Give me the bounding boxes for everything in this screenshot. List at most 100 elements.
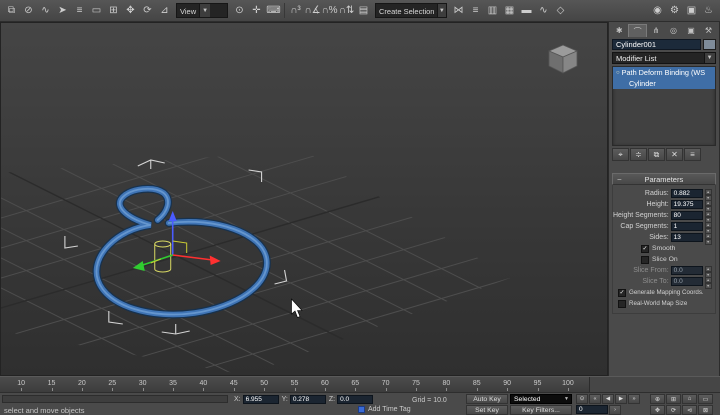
key-target-dropdown[interactable]: Selected ▼ (510, 394, 572, 404)
unlink-selection-icon[interactable]: ⊘ (20, 2, 37, 20)
select-and-move-icon[interactable]: ✥ (122, 2, 139, 20)
named-selection-set-dropdown[interactable]: Create Selection Se ▼ (375, 3, 447, 18)
go-to-end-button[interactable]: » (628, 394, 640, 404)
frame-tick[interactable]: 45 (219, 377, 249, 392)
frame-tick[interactable]: 55 (279, 377, 309, 392)
rectangular-selection-region-icon[interactable]: ▭ (88, 2, 105, 20)
configure-modifier-sets-button[interactable]: ≡ (684, 148, 701, 161)
frame-tick[interactable]: 85 (462, 377, 492, 392)
use-pivot-point-icon[interactable]: ⊙ (231, 2, 248, 20)
checkbox[interactable] (641, 245, 649, 253)
parameter-input[interactable]: 0.882 (671, 189, 703, 198)
zoom-region-icon[interactable]: ▭ (698, 394, 713, 404)
window-crossing-icon[interactable]: ⊞ (105, 2, 122, 20)
modifier-list-dropdown[interactable]: Modifier List ▼ (612, 52, 716, 64)
layer-manager-icon[interactable]: ▦ (501, 2, 518, 20)
zoom-icon[interactable]: ⊕ (650, 394, 665, 404)
coordinate-input[interactable]: 0.0 (337, 395, 373, 404)
auto-key-button[interactable]: Auto Key (466, 394, 508, 404)
next-frame-button[interactable]: › (609, 405, 621, 415)
display-tab[interactable]: ▣ (683, 24, 699, 37)
select-and-scale-icon[interactable]: ⊿ (156, 2, 173, 20)
viewport-canvas[interactable] (1, 23, 607, 375)
orbit-icon[interactable]: ⟳ (666, 405, 681, 415)
create-tab[interactable]: ✱ (611, 24, 627, 37)
viewcube[interactable] (543, 39, 583, 79)
percent-snap-icon[interactable]: ∩% (321, 2, 338, 20)
coordinate-input[interactable]: 0.278 (290, 395, 326, 404)
spinner-control[interactable]: ▴▾ (705, 222, 712, 231)
spinner-snap-icon[interactable]: ∩⇅ (338, 2, 355, 20)
coordinate-input[interactable]: 6.955 (243, 395, 279, 404)
key-mode-toggle-icon[interactable]: ⊙ (576, 394, 588, 404)
object-color-swatch[interactable] (703, 39, 716, 50)
spinner-control[interactable]: ▴▾ (705, 211, 712, 220)
schematic-view-icon[interactable]: ◇ (552, 2, 569, 20)
pin-stack-button[interactable]: ⌖ (612, 148, 629, 161)
frame-tick[interactable]: 60 (310, 377, 340, 392)
bind-to-space-warp-icon[interactable]: ∿ (37, 2, 54, 20)
select-and-manipulate-icon[interactable]: ✛ (248, 2, 265, 20)
parameter-input[interactable]: 19.375 (671, 200, 703, 209)
frame-tick[interactable]: 50 (249, 377, 279, 392)
frame-tick[interactable]: 10 (6, 377, 36, 392)
snaps-toggle-icon[interactable]: ∩³ (287, 2, 304, 20)
scene-explorer-icon[interactable]: ▥ (484, 2, 501, 20)
spinner-control[interactable]: ▴▾ (705, 233, 712, 242)
render-production-icon[interactable]: ♨ (700, 2, 717, 20)
frame-tick[interactable]: 15 (36, 377, 66, 392)
frame-tick[interactable]: 80 (431, 377, 461, 392)
select-object-icon[interactable]: ➤ (54, 2, 71, 20)
modifier-stack-item[interactable]: ○ Path Deform Binding (WS (613, 67, 715, 78)
spinner-down-icon[interactable]: ▾ (705, 283, 712, 289)
mirror-icon[interactable]: ⋈ (450, 2, 467, 20)
ribbon-toggle-icon[interactable]: ▬ (518, 2, 535, 20)
spinner-control[interactable]: ▴▾ (705, 200, 712, 209)
zoom-all-icon[interactable]: ⊞ (666, 394, 681, 404)
edit-named-selection-sets-icon[interactable]: ▤ (355, 2, 372, 20)
checkbox[interactable] (618, 300, 626, 308)
hierarchy-tab[interactable]: ⋔ (648, 24, 664, 37)
current-frame-field[interactable]: 0 (576, 405, 608, 414)
pan-icon[interactable]: ✥ (650, 405, 665, 415)
frame-ruler[interactable]: 101520253035404550556065707580859095100 (0, 377, 590, 392)
utilities-tab[interactable]: ⚒ (700, 24, 716, 37)
checkbox[interactable] (618, 289, 626, 297)
material-editor-icon[interactable]: ◉ (649, 2, 666, 20)
parameter-input[interactable]: 0.0 (671, 266, 703, 275)
frame-tick[interactable]: 75 (401, 377, 431, 392)
frame-tick[interactable]: 20 (67, 377, 97, 392)
field-of-view-icon[interactable]: ⊲ (682, 405, 697, 415)
make-unique-button[interactable]: ⧉ (648, 148, 665, 161)
show-end-result-button[interactable]: ≑ (630, 148, 647, 161)
spinner-control[interactable]: ▴▾ (705, 189, 712, 198)
spinner-down-icon[interactable]: ▾ (705, 239, 712, 245)
frame-tick[interactable]: 35 (158, 377, 188, 392)
add-time-tag[interactable]: Add Time Tag (358, 406, 411, 413)
frame-tick[interactable]: 40 (188, 377, 218, 392)
frame-tick[interactable]: 95 (522, 377, 552, 392)
previous-frame-button[interactable]: ◀ (602, 394, 614, 404)
zoom-extents-icon[interactable]: ⌂ (682, 394, 697, 404)
parameter-input[interactable]: 1 (671, 222, 703, 231)
frame-tick[interactable]: 100 (553, 377, 583, 392)
select-and-link-icon[interactable]: ⧉ (3, 2, 20, 20)
select-by-name-icon[interactable]: ≡ (71, 2, 88, 20)
angle-snap-icon[interactable]: ∩∡ (304, 2, 321, 20)
parameters-rollout-header[interactable]: − Parameters (612, 173, 716, 185)
maxscript-mini-listener[interactable] (2, 395, 228, 403)
frame-tick[interactable]: 90 (492, 377, 522, 392)
remove-modifier-button[interactable]: ✕ (666, 148, 683, 161)
select-and-rotate-icon[interactable]: ⟳ (139, 2, 156, 20)
go-to-start-button[interactable]: « (589, 394, 601, 404)
perspective-viewport[interactable] (0, 22, 608, 376)
frame-tick[interactable]: 25 (97, 377, 127, 392)
spinner-control[interactable]: ▴▾ (705, 266, 712, 275)
play-button[interactable]: ▶ (615, 394, 627, 404)
align-icon[interactable]: ≡ (467, 2, 484, 20)
spinner-control[interactable]: ▴▾ (705, 277, 712, 286)
set-key-button[interactable]: Set Key (466, 405, 508, 415)
parameter-input[interactable]: 13 (671, 233, 703, 242)
curve-editor-icon[interactable]: ∿ (535, 2, 552, 20)
object-name-field[interactable]: Cylinder001 (612, 39, 701, 50)
